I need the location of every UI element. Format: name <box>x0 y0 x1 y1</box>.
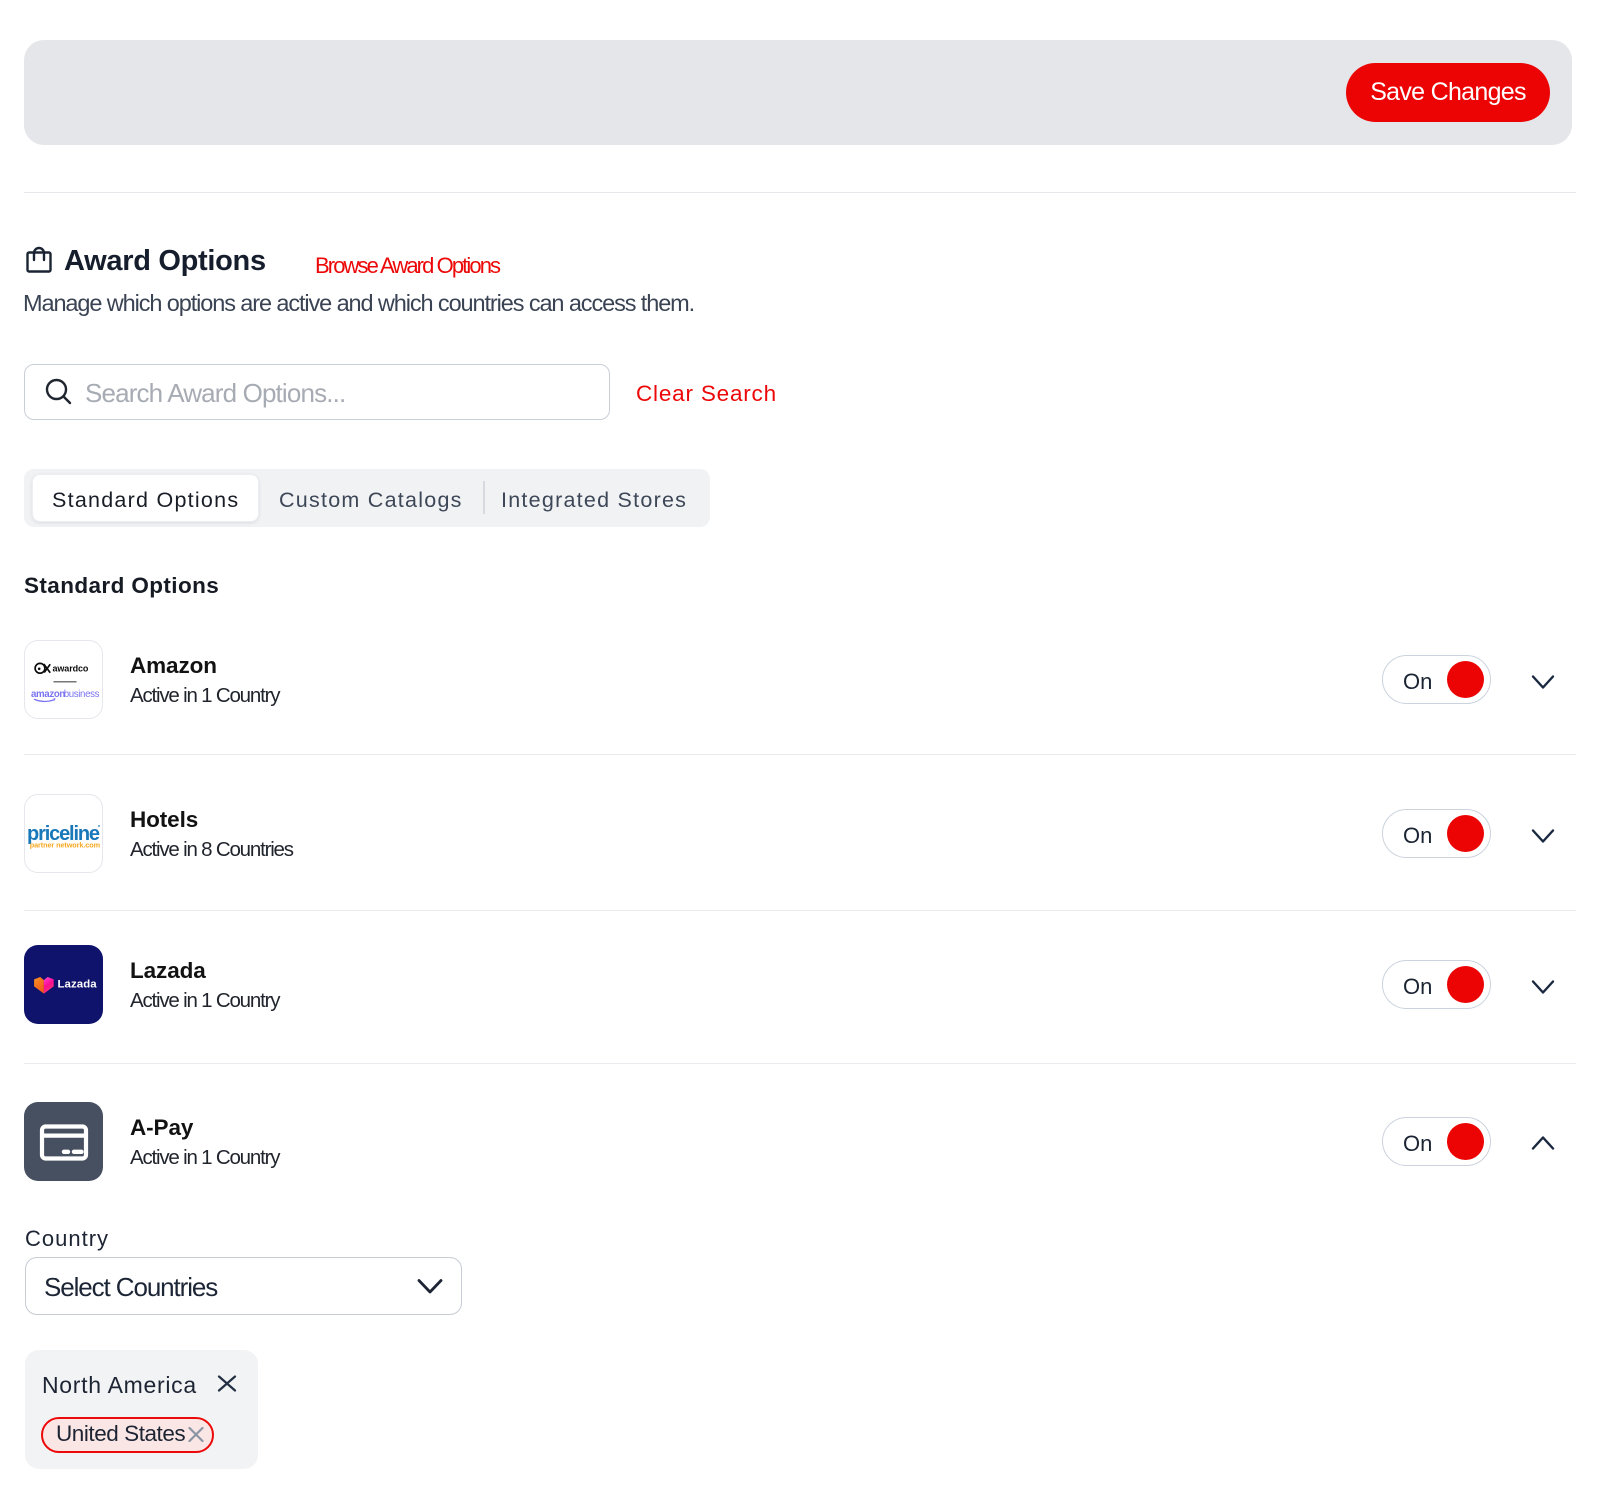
svg-text:partner network.com: partner network.com <box>30 841 101 850</box>
svg-text:Lazada: Lazada <box>58 979 98 991</box>
svg-text:business: business <box>64 689 100 700</box>
svg-text:amazon: amazon <box>31 689 65 700</box>
svg-text:awardco: awardco <box>53 664 89 674</box>
